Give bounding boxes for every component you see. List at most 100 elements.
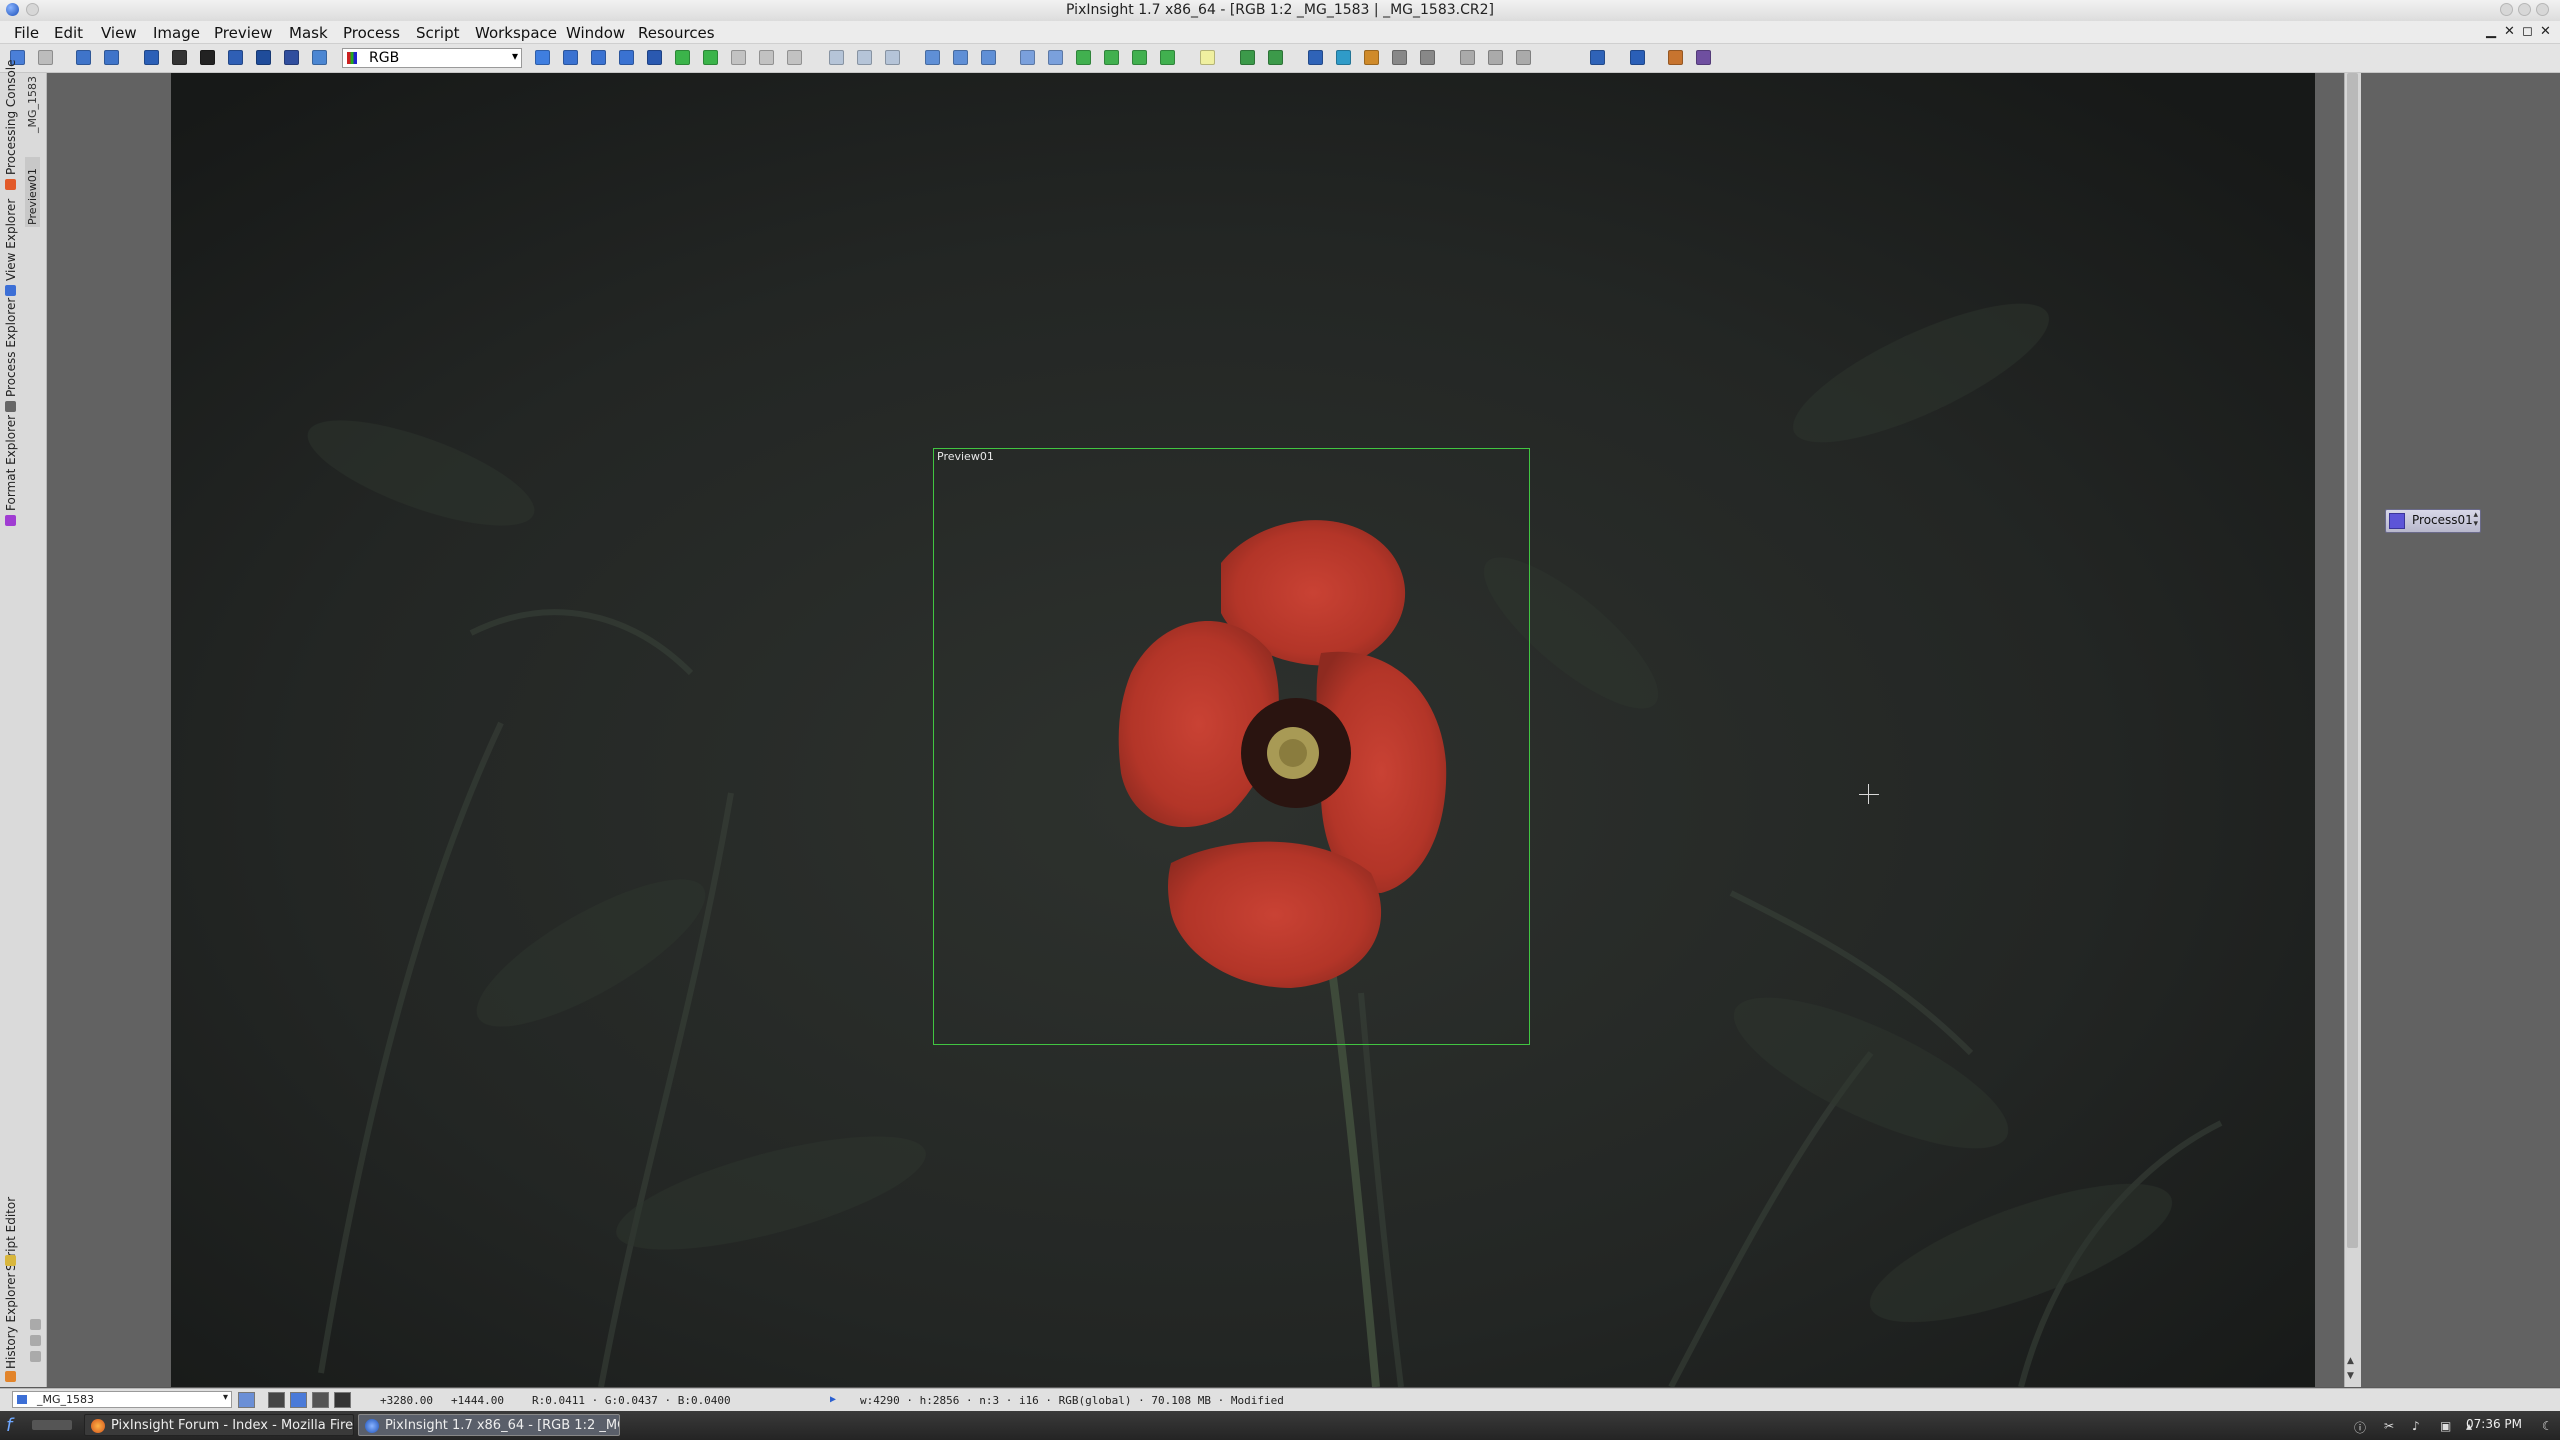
scrollbar-thumb[interactable]: [2347, 73, 2358, 1248]
execute-icon[interactable]: [1240, 50, 1255, 65]
menu-resources[interactable]: Resources: [638, 24, 715, 42]
mdi-maximize-icon[interactable]: ◻: [2522, 24, 2533, 39]
menu-preview[interactable]: Preview: [214, 24, 272, 42]
mode-black-icon[interactable]: [268, 1392, 285, 1408]
refresh-icon[interactable]: [312, 50, 327, 65]
fullscreen-icon[interactable]: [1630, 50, 1645, 65]
menu-workspace[interactable]: Workspace: [475, 24, 557, 42]
menu-script[interactable]: Script: [416, 24, 460, 42]
process-icon[interactable]: [1308, 50, 1323, 65]
rotate-icon[interactable]: [857, 50, 872, 65]
info-tray-icon[interactable]: ⓘ: [2354, 1419, 2368, 1435]
edit-preview-icon[interactable]: [703, 50, 718, 65]
mask-invert-icon[interactable]: [981, 50, 996, 65]
menu-edit[interactable]: Edit: [54, 24, 83, 42]
pan-mode-icon[interactable]: [619, 50, 634, 65]
fit-view-icon[interactable]: [563, 50, 578, 65]
open-icon[interactable]: [104, 50, 119, 65]
process-icon-process01[interactable]: Process01 ▴ ▾: [2385, 509, 2481, 533]
screen-icon[interactable]: [284, 50, 299, 65]
maximize-button[interactable]: [2518, 3, 2531, 16]
zoom-in-icon[interactable]: [759, 50, 774, 65]
tab-history-explorer[interactable]: History Explorer: [4, 1273, 18, 1369]
preview-delete-icon[interactable]: [1104, 50, 1119, 65]
align-icon[interactable]: [1420, 50, 1435, 65]
view-tab-mg1583[interactable]: _MG_1583: [26, 76, 39, 133]
moon-tray-icon[interactable]: ☾: [2542, 1419, 2556, 1433]
zoom-mode-icon[interactable]: [647, 50, 662, 65]
workspace-icon[interactable]: [1336, 50, 1351, 65]
scissors-tray-icon[interactable]: ✂: [2384, 1419, 2398, 1433]
channel-select[interactable]: RGB ▾: [342, 48, 522, 68]
dock-pin-icon[interactable]: [30, 1319, 41, 1330]
menu-window[interactable]: Window: [566, 24, 625, 42]
pointer-icon[interactable]: [731, 50, 746, 65]
task-firefox[interactable]: PixInsight Forum - Index - Mozilla Firef…: [84, 1414, 354, 1436]
zoom-fit-icon[interactable]: [591, 50, 606, 65]
mode-gray-icon[interactable]: [312, 1392, 329, 1408]
redo-icon[interactable]: [38, 50, 53, 65]
explorer-icon[interactable]: [200, 50, 215, 65]
view-selector[interactable]: _MG_1583 ▾: [12, 1391, 232, 1408]
statistics-icon[interactable]: [1392, 50, 1407, 65]
vertical-scrollbar[interactable]: ▲ ▼: [2344, 73, 2361, 1387]
arrange-icon[interactable]: [1516, 50, 1531, 65]
plugin-icon[interactable]: [1668, 50, 1683, 65]
close-all-icon[interactable]: [172, 50, 187, 65]
mdi-restore-icon[interactable]: ✕: [2504, 24, 2515, 39]
preview-new-icon[interactable]: [1076, 50, 1091, 65]
mirror-icon[interactable]: [885, 50, 900, 65]
menu-view[interactable]: View: [101, 24, 137, 42]
volume-tray-icon[interactable]: ♪: [2412, 1419, 2426, 1433]
histogram-icon[interactable]: [1364, 50, 1379, 65]
mode-dark-icon[interactable]: [334, 1392, 351, 1408]
minimize-button[interactable]: [2500, 3, 2513, 16]
cascade-icon[interactable]: [1488, 50, 1503, 65]
mode-blue-icon[interactable]: [290, 1392, 307, 1408]
close-button[interactable]: [2536, 3, 2549, 16]
preview-restore-icon[interactable]: [1160, 50, 1175, 65]
play-icon[interactable]: ▶: [830, 1394, 836, 1405]
mode-readout-icon[interactable]: [238, 1392, 255, 1408]
mask-show-icon[interactable]: [953, 50, 968, 65]
dock-float-icon[interactable]: [30, 1335, 41, 1346]
screen-mode-icon[interactable]: [1590, 50, 1605, 65]
help-icon[interactable]: [1696, 50, 1711, 65]
tab-format-explorer[interactable]: Format Explorer: [4, 415, 18, 511]
preview-store-icon[interactable]: [1132, 50, 1147, 65]
network-tray-icon[interactable]: ▣: [2440, 1419, 2454, 1433]
process-icon-arrows-icon[interactable]: ▴ ▾: [2473, 511, 2478, 529]
stf-reset-icon[interactable]: [1048, 50, 1063, 65]
start-menu-icon[interactable]: f: [6, 1415, 12, 1436]
dock-close-icon[interactable]: [30, 1351, 41, 1362]
readout-mode-icon[interactable]: [535, 50, 550, 65]
menu-process[interactable]: Process: [343, 24, 400, 42]
image-view[interactable]: Preview01: [171, 73, 2315, 1387]
channel-icon[interactable]: [256, 50, 271, 65]
scroll-up-icon[interactable]: ▲: [2347, 1356, 2354, 1366]
new-preview-icon[interactable]: [675, 50, 690, 65]
scroll-down-icon[interactable]: ▼: [2347, 1371, 2354, 1381]
zoom-out-icon[interactable]: [787, 50, 802, 65]
stf-icon[interactable]: [1020, 50, 1035, 65]
mdi-close-icon[interactable]: ✕: [2540, 24, 2551, 39]
tab-view-explorer[interactable]: View Explorer: [4, 199, 18, 281]
tile-icon[interactable]: [1460, 50, 1475, 65]
tab-processing-console[interactable]: Processing Console: [4, 59, 18, 175]
mask-icon[interactable]: [925, 50, 940, 65]
save-icon[interactable]: [144, 50, 159, 65]
tab-process-explorer[interactable]: Process Explorer: [4, 298, 18, 397]
task-pixinsight[interactable]: PixInsight 1.7 x86_64 - [RGB 1:2 _MG_158…: [358, 1414, 620, 1436]
apply-icon[interactable]: [1268, 50, 1283, 65]
mdi-minimize-icon[interactable]: ▁: [2486, 24, 2496, 39]
image-window-icon[interactable]: [228, 50, 243, 65]
view-tab-preview01[interactable]: Preview01: [25, 157, 40, 227]
desktop-pager-icon[interactable]: [32, 1420, 72, 1430]
menu-image[interactable]: Image: [153, 24, 200, 42]
preview-rectangle[interactable]: Preview01: [933, 448, 1530, 1045]
menu-file[interactable]: File: [14, 24, 39, 42]
new-image-icon[interactable]: [76, 50, 91, 65]
menu-mask[interactable]: Mask: [289, 24, 328, 42]
geometry-icon[interactable]: [829, 50, 844, 65]
track-view-icon[interactable]: [1200, 50, 1215, 65]
